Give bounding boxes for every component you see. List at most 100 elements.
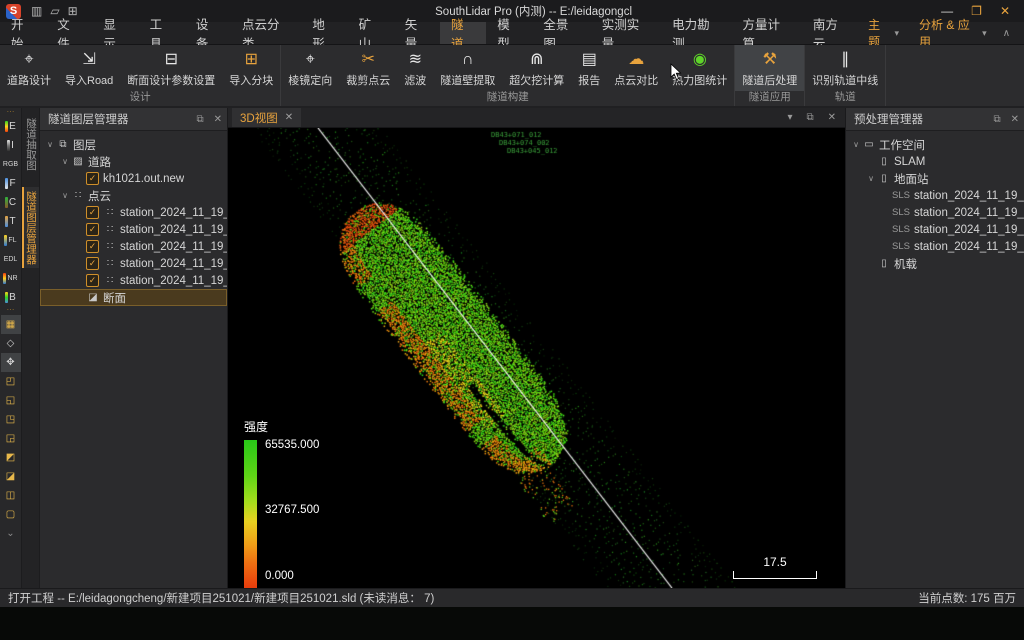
layer-checkbox[interactable]: ✓ — [86, 223, 99, 236]
menu-tab-隧道[interactable]: 隧道 — [440, 22, 486, 44]
colormap-time-icon[interactable]: T — [1, 212, 21, 231]
ribbon-button-识别轨道中线[interactable]: ∥识别轨道中线 — [805, 45, 885, 91]
wireframe-box-icon[interactable]: ◇ — [1, 334, 21, 353]
layer-tree-row-kh1021.out.new[interactable]: ✓kh1021.out.new — [40, 170, 227, 187]
ribbon-button-超欠挖计算[interactable]: ⋒超欠挖计算 — [502, 45, 571, 91]
colormap-elevation-icon[interactable]: E — [1, 117, 21, 136]
tree-expander-icon[interactable]: ∨ — [44, 140, 56, 149]
ribbon-group-隧道构建: ⌖棱镜定向✂裁剪点云≋滤波∩隧道壁提取⋒超欠挖计算▤报告☁点云对比◉热力图统计隧… — [281, 45, 735, 106]
ribbon-button-label: 报告 — [578, 72, 600, 88]
menu-tab-地形[interactable]: 地形 — [301, 22, 347, 44]
collapse-ribbon-icon[interactable]: ∧ — [999, 28, 1014, 39]
select-rect-icon[interactable]: ▢ — [1, 505, 21, 524]
tree-expander-icon[interactable]: ∨ — [865, 174, 877, 183]
ribbon-button-热力图统计[interactable]: ◉热力图统计 — [665, 45, 734, 91]
menu-tab-显示[interactable]: 显示 — [92, 22, 138, 44]
workspace-tree-row-SLAM[interactable]: ▯SLAM — [846, 153, 1024, 170]
menu-tab-文件[interactable]: 文件 — [46, 22, 92, 44]
menu-tab-设备[interactable]: 设备 — [185, 22, 231, 44]
ribbon-button-隧道壁提取[interactable]: ∩隧道壁提取 — [433, 45, 502, 91]
ribbon-button-断面设计参数设置[interactable]: ⊟断面设计参数设置 — [120, 45, 222, 91]
edl-toggle-icon[interactable]: EDL — [1, 250, 21, 269]
colormap-fl-icon[interactable]: FL — [1, 231, 21, 250]
tree-expander-icon[interactable]: ∨ — [850, 140, 862, 149]
colormap-flightline-icon[interactable]: F — [1, 174, 21, 193]
layer-tree-row-图层[interactable]: ∨⧉图层 — [40, 136, 227, 153]
fill-view-icon[interactable]: ▦ — [1, 315, 21, 334]
view-cube-left-icon[interactable]: ◳ — [1, 410, 21, 429]
view-cube-right-icon[interactable]: ◲ — [1, 429, 21, 448]
ribbon-button-棱镜定向[interactable]: ⌖棱镜定向 — [281, 45, 339, 91]
ribbon-button-报告[interactable]: ▤报告 — [571, 45, 607, 91]
ribbon-button-导入Road[interactable]: ⇲导入Road — [58, 45, 120, 91]
ribbon-button-裁剪点云[interactable]: ✂裁剪点云 — [339, 45, 397, 91]
ribbon-button-道路设计[interactable]: ⌖道路设计 — [0, 45, 58, 91]
side-tab-隧道图层管理器[interactable]: 隧道图层管理器 — [22, 187, 39, 269]
layer-checkbox[interactable]: ✓ — [86, 172, 99, 185]
menu-tab-南方云[interactable]: 南方云 — [802, 22, 860, 44]
menu-tab-点云分类[interactable]: 点云分类 — [231, 22, 301, 44]
float-panel-icon[interactable]: ⧉ — [191, 114, 208, 125]
layer-tree-row-station_2024_11_19_1...[interactable]: ✓∷station_2024_11_19_1... — [40, 272, 227, 289]
folder-icon: ▭ — [862, 139, 876, 150]
float-panel-icon[interactable]: ⧉ — [988, 114, 1005, 125]
view-cube-top-icon[interactable]: ◰ — [1, 372, 21, 391]
pan-hand-icon[interactable]: ✥ — [1, 353, 21, 372]
layer-tree-row-station_2024_11_19_1...[interactable]: ✓∷station_2024_11_19_1... — [40, 255, 227, 272]
menu-tab-工具[interactable]: 工具 — [139, 22, 185, 44]
close-panel-icon[interactable]: ✕ — [209, 114, 227, 125]
side-tab-隧道抽取图[interactable]: 隧道抽取图 — [22, 114, 39, 175]
workspace-tree-row-station_2024_11_19_10_48_...[interactable]: SLSstation_2024_11_19_10_48_... — [846, 204, 1024, 221]
tree-expander-icon[interactable]: ∨ — [59, 157, 71, 166]
ribbon-button-隧道后处理[interactable]: ⚒隧道后处理 — [735, 45, 804, 91]
ribbon-group-label: 隧道构建 — [281, 91, 734, 106]
scale-bar: 17.5 — [733, 555, 817, 579]
menu-tab-实测实量[interactable]: 实测实量 — [591, 22, 661, 44]
menu-tab-模型[interactable]: 模型 — [486, 22, 532, 44]
menu-tab-电力勘测[interactable]: 电力勘测 — [661, 22, 731, 44]
layer-tree-row-station_2024_11_19_1...[interactable]: ✓∷station_2024_11_19_1... — [40, 204, 227, 221]
layer-checkbox[interactable]: ✓ — [86, 206, 99, 219]
tab-close-icon[interactable]: ✕ — [285, 112, 293, 123]
workspace-tree-row-工作空间[interactable]: ∨▭工作空间 — [846, 136, 1024, 153]
tree-expander-icon[interactable]: ∨ — [59, 191, 71, 200]
ribbon-button-label: 识别轨道中线 — [812, 72, 878, 88]
tab-3d-view[interactable]: 3D视图 ✕ — [232, 108, 301, 127]
colormap-intensity-icon[interactable]: I — [1, 136, 21, 155]
layer-checkbox[interactable]: ✓ — [86, 274, 99, 287]
menu-tab-开始[interactable]: 开始 — [0, 22, 46, 44]
collapse-strip-icon[interactable]: ⌄ — [1, 524, 21, 543]
layer-tree-row-station_2024_11_19_1...[interactable]: ✓∷station_2024_11_19_1... — [40, 221, 227, 238]
layer-tree-row-点云[interactable]: ∨∷点云 — [40, 187, 227, 204]
colormap-rgb-icon[interactable]: RGB — [1, 155, 21, 174]
layer-tree-row-station_2024_11_19_1...[interactable]: ✓∷station_2024_11_19_1... — [40, 238, 227, 255]
tree-item-label: station_2024_11_19_11_01_... — [914, 241, 1024, 253]
colormap-classification-icon[interactable]: C — [1, 193, 21, 212]
ribbon-button-导入分块[interactable]: ⊞导入分块 — [222, 45, 280, 91]
menu-tab-矢量[interactable]: 矢量 — [394, 22, 440, 44]
ribbon-button-点云对比[interactable]: ☁点云对比 — [607, 45, 665, 91]
workspace-tree-row-机载[interactable]: ▯机载 — [846, 255, 1024, 272]
viewport-float-icon[interactable]: ⧉ — [806, 112, 813, 123]
colormap-nr-icon[interactable]: NR — [1, 269, 21, 288]
close-button[interactable]: ✕ — [1000, 4, 1010, 18]
workspace-tree-row-station_2024_11_19_10_43_...[interactable]: SLSstation_2024_11_19_10_43_... — [846, 187, 1024, 204]
view-cube-iso-icon[interactable]: ◫ — [1, 486, 21, 505]
workspace-tree-row-station_2024_11_19_11_01_...[interactable]: SLSstation_2024_11_19_11_01_... — [846, 238, 1024, 255]
layer-tree-row-道路[interactable]: ∨▨道路 — [40, 153, 227, 170]
view-cube-front-icon[interactable]: ◩ — [1, 448, 21, 467]
ribbon-button-滤波[interactable]: ≋滤波 — [397, 45, 433, 91]
layer-checkbox[interactable]: ✓ — [86, 257, 99, 270]
workspace-tree-row-地面站[interactable]: ∨▯地面站 — [846, 170, 1024, 187]
menu-tab-全景图[interactable]: 全景图 — [532, 22, 590, 44]
menu-tab-矿山[interactable]: 矿山 — [348, 22, 394, 44]
workspace-tree-row-station_2024_11_19_10_52_...[interactable]: SLSstation_2024_11_19_10_52_... — [846, 221, 1024, 238]
viewport-dropdown-icon[interactable]: ▾ — [787, 112, 792, 123]
view-cube-back-icon[interactable]: ◪ — [1, 467, 21, 486]
layer-checkbox[interactable]: ✓ — [86, 240, 99, 253]
layer-tree-row-断面[interactable]: ◪断面 — [40, 289, 227, 306]
close-panel-icon[interactable]: ✕ — [1006, 114, 1024, 125]
view-cube-bottom-icon[interactable]: ◱ — [1, 391, 21, 410]
viewport-close-icon[interactable]: ✕ — [828, 112, 836, 123]
menu-tab-方量计算[interactable]: 方量计算 — [731, 22, 801, 44]
